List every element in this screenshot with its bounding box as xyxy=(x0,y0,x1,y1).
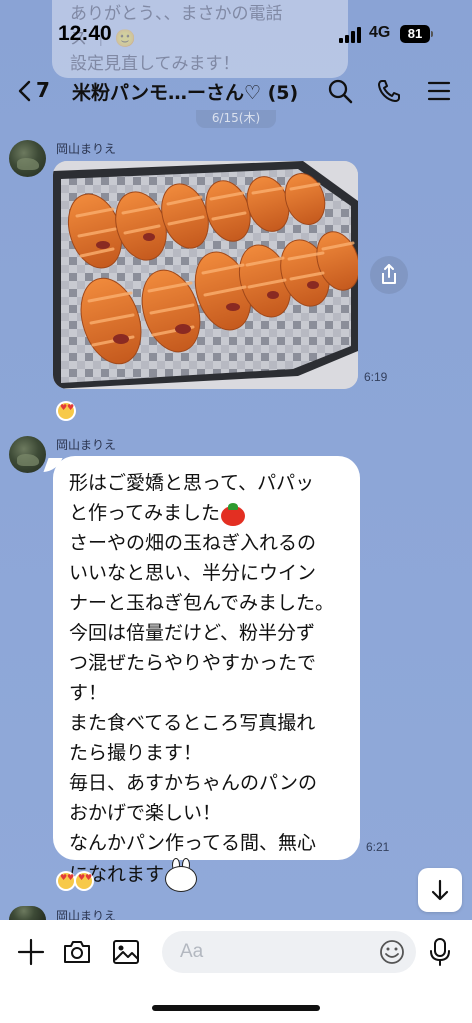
heart-eyes-icon xyxy=(76,873,92,889)
sender-name: 岡山まりえ xyxy=(56,142,117,156)
message-time: 6:21 xyxy=(366,840,390,854)
message-line: す！ xyxy=(69,682,108,704)
reaction-badge[interactable] xyxy=(56,401,76,421)
message-line: さーやの畑の玉ねぎ入れるの xyxy=(69,532,317,554)
share-button[interactable] xyxy=(370,256,408,294)
image-icon[interactable] xyxy=(111,937,141,967)
tomato-icon xyxy=(220,502,246,526)
date-separator: 6/15(木) xyxy=(196,110,276,128)
signal-icon xyxy=(339,27,363,43)
home-indicator[interactable] xyxy=(152,1005,320,1011)
camera-icon[interactable] xyxy=(62,937,92,967)
message-line: ナーと玉ねぎ包んでみました。 xyxy=(69,592,335,614)
battery-icon: 81 xyxy=(400,25,430,43)
emoji-icon[interactable] xyxy=(378,938,406,966)
bread-photo-image xyxy=(53,161,358,389)
message-line: おかげで楽しい！ xyxy=(69,802,222,824)
back-unread-count[interactable]: 7 xyxy=(36,78,50,102)
share-icon xyxy=(382,264,396,284)
status-bar: 12:40 4G 81 xyxy=(0,0,472,60)
microphone-icon[interactable] xyxy=(426,937,454,967)
arrow-down-icon xyxy=(431,879,449,901)
message-line-with-emoji: と作ってみました xyxy=(69,498,344,528)
message-line-with-emoji: になれます xyxy=(69,858,344,892)
plus-icon[interactable] xyxy=(16,937,46,967)
chat-header: 7 米粉パンモ…ーさん♡ (5) xyxy=(0,68,472,114)
scroll-to-bottom-button[interactable] xyxy=(418,868,462,912)
chat-title[interactable]: 米粉パンモ…ーさん♡ (5) xyxy=(72,78,298,105)
sender-name: 岡山まりえ xyxy=(56,438,117,452)
message-line: たら撮ります！ xyxy=(69,742,203,764)
message-line: 今回は倍量だけど、粉半分ず xyxy=(69,622,316,644)
text-message-bubble[interactable]: 形はご愛嬌と思って、パパッと作ってみましたさーやの畑の玉ねぎ入れるの いいなと思い… xyxy=(53,456,360,892)
heart-eyes-icon xyxy=(58,873,74,889)
heart-eyes-icon xyxy=(58,403,74,419)
message-line: また食べてるところ写真撮れ xyxy=(69,712,316,734)
message-line: 毎日、あすかちゃんのパンの xyxy=(69,772,317,794)
search-icon[interactable] xyxy=(327,78,353,104)
chevron-left-icon[interactable] xyxy=(16,80,32,102)
photo-message[interactable] xyxy=(53,161,358,389)
avatar[interactable] xyxy=(9,140,46,177)
message-time: 6:19 xyxy=(364,370,388,384)
avatar[interactable] xyxy=(9,436,46,473)
network-type: 4G xyxy=(369,24,391,41)
hamburger-menu-icon[interactable] xyxy=(426,78,452,104)
message-line: 形はご愛嬌と思って、パパッ xyxy=(69,472,315,494)
message-line: いいなと思い、半分にウイン xyxy=(69,562,317,584)
reaction-badge[interactable] xyxy=(56,871,76,891)
phone-icon[interactable] xyxy=(376,78,402,104)
battery-nub xyxy=(431,31,433,37)
message-line: つ混ぜたらやりやすかったで xyxy=(69,652,317,674)
status-time: 12:40 xyxy=(58,22,112,45)
message-line: なんかパン作ってる間、無心 xyxy=(69,832,317,854)
avatar[interactable] xyxy=(9,906,46,920)
bunny-sticker-icon xyxy=(164,858,198,892)
reaction-badge[interactable] xyxy=(74,871,94,891)
